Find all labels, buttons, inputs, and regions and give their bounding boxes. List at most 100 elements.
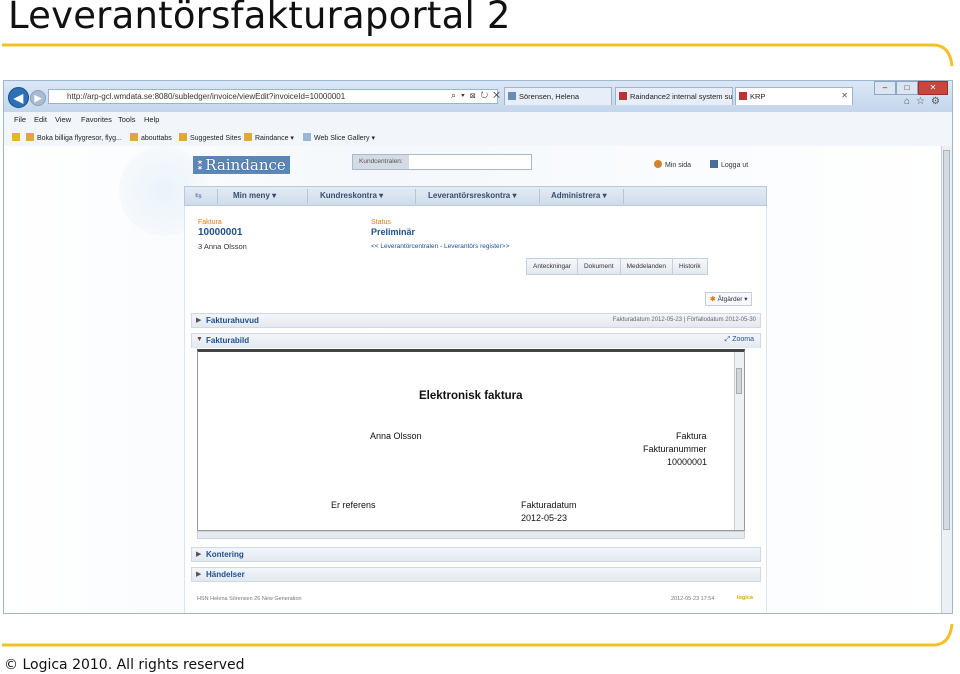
doc-type: Faktura bbox=[676, 431, 707, 441]
address-input[interactable]: http://arp-gcl.wmdata.se:8080/subledger/… bbox=[48, 89, 498, 104]
address-bar-row: ◀ ▶ http://arp-gcl.wmdata.se:8080/subled… bbox=[4, 81, 952, 112]
doc-date: 2012-05-23 bbox=[521, 513, 568, 523]
viewer-scroll-thumb[interactable] bbox=[736, 368, 742, 394]
section-events[interactable]: ▶ Händelser bbox=[191, 567, 761, 582]
favorite-label: abouttabs bbox=[141, 135, 172, 142]
minimize-button[interactable]: – bbox=[874, 81, 896, 95]
tab-2[interactable]: Raindance2 internal system su... bbox=[615, 87, 733, 105]
tab-close-icon[interactable]: ✕ bbox=[841, 91, 848, 100]
favorite-page-icon bbox=[130, 133, 138, 141]
slide-title: Leverantörsfakturaportal 2 bbox=[8, 0, 511, 37]
menu-bar: File Edit View Favorites Tools Help bbox=[4, 112, 952, 128]
favorite-link-1[interactable]: Boka billiga flygresor, flyg... bbox=[26, 133, 122, 142]
nav-supplier-ledger[interactable]: Leverantörsreskontra ▾ bbox=[428, 191, 517, 200]
invoice-image-viewer[interactable]: Elektronisk faktura Anna Olsson Faktura … bbox=[197, 349, 745, 531]
address-controls[interactable]: ⌕▾⊠↻✕ bbox=[451, 90, 505, 101]
expand-arrow-icon: ▶ bbox=[196, 551, 202, 558]
browser-toolbar-icons[interactable]: ⌂☆⚙ bbox=[904, 96, 946, 107]
page-scrollbar[interactable] bbox=[941, 146, 952, 613]
browser-window: ◀ ▶ http://arp-gcl.wmdata.se:8080/subled… bbox=[3, 80, 953, 614]
supplier-name: 3 Anna Olsson bbox=[198, 242, 247, 251]
my-page-link[interactable]: Min sida bbox=[654, 160, 691, 169]
section-title: Fakturabild bbox=[206, 336, 250, 345]
logout-label: Logga ut bbox=[721, 162, 749, 169]
section-title: Händelser bbox=[206, 570, 245, 579]
invoice-panel: Faktura 10000001 3 Anna Olsson Status Pr… bbox=[184, 206, 767, 613]
logout-icon bbox=[710, 160, 718, 168]
top-divider bbox=[2, 43, 954, 67]
tab-notes[interactable]: Anteckningar bbox=[526, 258, 578, 275]
favorite-link-4[interactable]: Raindance ▾ bbox=[244, 133, 294, 142]
menu-help[interactable]: Help bbox=[144, 115, 159, 124]
actions-button[interactable]: ✱ Åtgärder ▾ bbox=[705, 292, 753, 306]
customer-search-field[interactable]: Kundcentralen: bbox=[352, 154, 532, 170]
nav-customer-ledger[interactable]: Kundreskontra ▾ bbox=[320, 191, 383, 200]
nav-label: Administrera bbox=[551, 191, 601, 200]
status-timestamp: 2012-05-23 17:54 bbox=[671, 596, 715, 602]
menu-edit[interactable]: Edit bbox=[34, 115, 47, 124]
favorite-page-icon bbox=[26, 133, 34, 141]
zoom-button[interactable]: ⤢ Zooma bbox=[725, 336, 754, 344]
nav-separator bbox=[539, 189, 540, 204]
doc-date-label: Fakturadatum bbox=[521, 500, 577, 510]
action-tabs: Anteckningar Dokument Meddelanden Histor… bbox=[526, 258, 708, 275]
tab-1[interactable]: Sörensen, Helena bbox=[504, 87, 612, 105]
tab-document[interactable]: Dokument bbox=[576, 258, 621, 275]
favorites-star-icon[interactable] bbox=[12, 133, 23, 142]
nav-my-menu[interactable]: Min meny ▾ bbox=[233, 191, 276, 200]
menu-favorites[interactable]: Favorites bbox=[81, 115, 112, 124]
section-accounting[interactable]: ▶ Kontering bbox=[191, 547, 761, 562]
favorites-bar: Boka billiga flygresor, flyg... abouttab… bbox=[4, 128, 952, 147]
doc-number-label: Fakturanummer bbox=[643, 444, 707, 454]
back-button[interactable]: ◀ bbox=[8, 87, 29, 108]
tab-history[interactable]: Historik bbox=[671, 258, 708, 275]
nav-separator bbox=[217, 189, 218, 204]
favorite-label: Web Slice Gallery bbox=[314, 135, 370, 142]
section-invoice-header[interactable]: ▶ Fakturahuvud Fakturadatum 2012-05-23 |… bbox=[191, 313, 761, 328]
section-title: Fakturahuvud bbox=[206, 316, 259, 325]
tab-favicon-icon bbox=[739, 92, 747, 100]
section-invoice-image[interactable]: ▼ Fakturabild ⤢ Zooma bbox=[191, 333, 761, 348]
status-label: Status bbox=[371, 219, 391, 226]
favorite-page-icon bbox=[303, 133, 311, 141]
nav-administer[interactable]: Administrera ▾ bbox=[551, 191, 607, 200]
invoice-label: Faktura bbox=[198, 219, 222, 226]
tab-label: KRP bbox=[750, 92, 766, 101]
viewer-scrollbar[interactable] bbox=[734, 352, 744, 530]
tab-3[interactable]: KRP ✕ bbox=[735, 87, 853, 105]
logo-mark-icon: ⁑ bbox=[197, 159, 204, 173]
tab-label: Sörensen, Helena bbox=[519, 92, 580, 101]
forward-button[interactable]: ▶ bbox=[30, 90, 46, 106]
customer-search-label: Kundcentralen: bbox=[353, 155, 409, 169]
viewer-resize-handle[interactable] bbox=[197, 531, 745, 539]
expand-arrow-icon: ▶ bbox=[196, 317, 202, 324]
status-value: Preliminär bbox=[371, 227, 416, 237]
collapse-arrow-icon: ▼ bbox=[196, 336, 203, 343]
expand-arrow-icon: ▶ bbox=[196, 571, 202, 578]
favorite-page-icon bbox=[244, 133, 252, 141]
nav-separator bbox=[623, 189, 624, 204]
menu-view[interactable]: View bbox=[55, 115, 71, 124]
page-scroll-thumb[interactable] bbox=[943, 150, 950, 530]
nav-label: Kundreskontra bbox=[320, 191, 377, 200]
nav-home-icon[interactable]: ⇆ bbox=[195, 191, 202, 200]
app-status-bar: HSN Helena Sörensen 26 New Generation 20… bbox=[191, 594, 761, 606]
close-window-button[interactable]: ✕ bbox=[918, 81, 948, 95]
tab-messages[interactable]: Meddelanden bbox=[619, 258, 673, 275]
menu-file[interactable]: File bbox=[14, 115, 26, 124]
nav-separator bbox=[415, 189, 416, 204]
nav-label: Leverantörsreskontra bbox=[428, 191, 511, 200]
bottom-divider bbox=[2, 623, 954, 647]
favorite-link-3[interactable]: Suggested Sites bbox=[179, 133, 241, 142]
menu-tools[interactable]: Tools bbox=[118, 115, 136, 124]
logo-text: Raindance bbox=[205, 156, 286, 174]
raindance-logo[interactable]: ⁑ Raindance bbox=[193, 156, 290, 174]
favorite-link-5[interactable]: Web Slice Gallery ▾ bbox=[303, 133, 375, 142]
person-icon bbox=[654, 160, 662, 168]
doc-recipient: Anna Olsson bbox=[370, 431, 422, 441]
doc-number: 10000001 bbox=[667, 457, 708, 467]
favorite-link-2[interactable]: abouttabs bbox=[130, 133, 172, 142]
breadcrumb[interactable]: << Leverantörcentralen - Leverantörs reg… bbox=[371, 243, 509, 250]
maximize-button[interactable]: □ bbox=[896, 81, 918, 95]
logout-link[interactable]: Logga ut bbox=[710, 160, 748, 169]
